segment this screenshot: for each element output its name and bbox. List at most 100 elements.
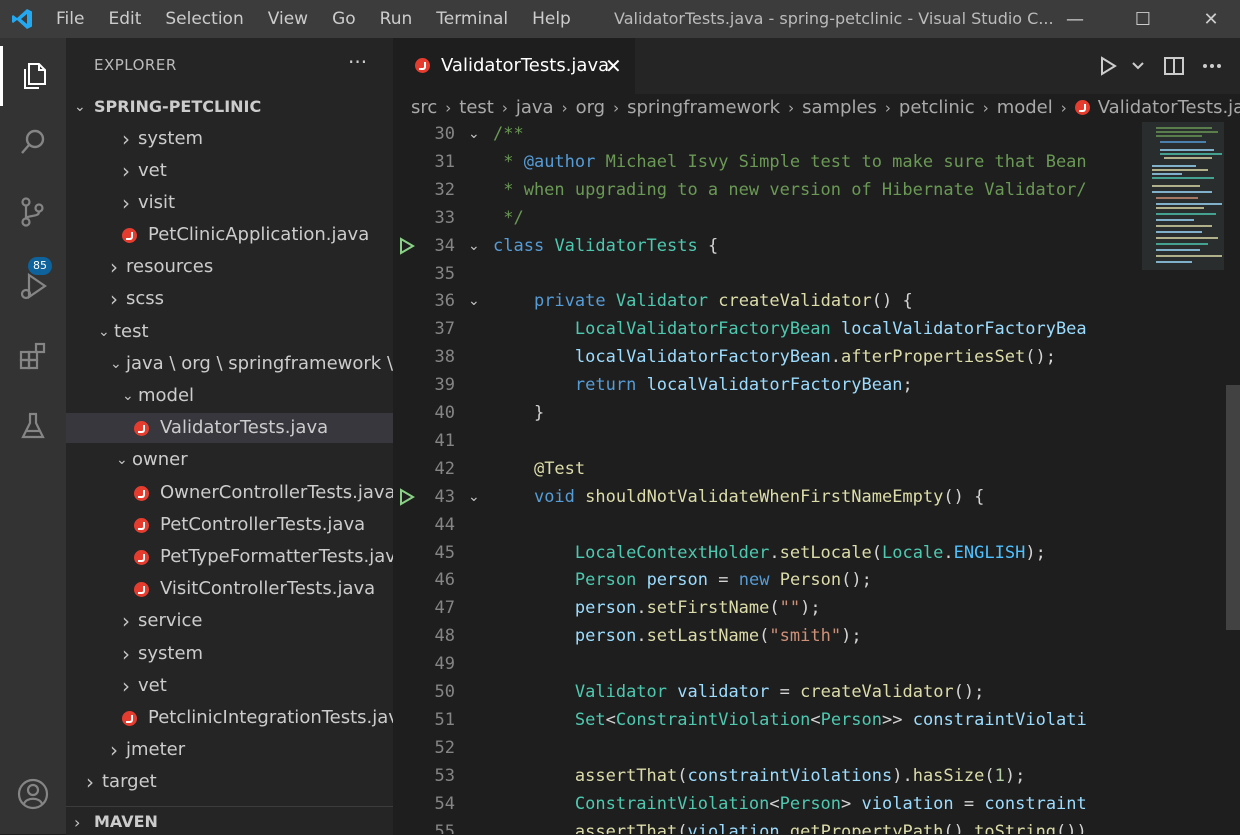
- source-control-icon[interactable]: [0, 182, 66, 242]
- menu-terminal[interactable]: Terminal: [424, 0, 520, 38]
- tab-close-button[interactable]: ✕: [605, 38, 622, 94]
- chevron-down-icon: ⌄: [74, 99, 86, 115]
- code-line[interactable]: 30 ⌄ /**: [393, 122, 1142, 148]
- tree-folder-item[interactable]: › vet: [66, 671, 393, 701]
- tree-folder-item[interactable]: › target: [66, 767, 393, 797]
- tree-file-item[interactable]: PetControllerTests.java: [66, 510, 393, 540]
- fold-chevron-icon[interactable]: ⌄: [468, 483, 480, 511]
- tree-file-item[interactable]: PetClinicApplication.java: [66, 220, 393, 250]
- tree-folder-item[interactable]: › system: [66, 124, 393, 154]
- fold-chevron-icon[interactable]: ⌄: [468, 232, 480, 260]
- split-editor-icon[interactable]: [1163, 38, 1185, 94]
- code-line[interactable]: 39 return localValidatorFactoryBean;: [393, 371, 1142, 399]
- code-line[interactable]: 41: [393, 427, 1142, 455]
- code-editor[interactable]: 30 ⌄ /** 31 * @author Michael Isvy Simple t…: [393, 122, 1142, 834]
- menu-file[interactable]: File: [44, 0, 96, 38]
- menu-selection[interactable]: Selection: [153, 0, 255, 38]
- menu-view[interactable]: View: [256, 0, 320, 38]
- line-number: 54: [434, 793, 455, 814]
- breadcrumb-item[interactable]: java: [516, 94, 554, 122]
- code-line[interactable]: 40 }: [393, 399, 1142, 427]
- code-line[interactable]: 50 Validator validator = createValidator…: [393, 678, 1142, 706]
- code-line[interactable]: 49: [393, 650, 1142, 678]
- tab-label: ValidatorTests.java: [441, 55, 610, 76]
- fold-chevron-icon[interactable]: ⌄: [468, 122, 480, 148]
- breadcrumb-item[interactable]: src: [411, 94, 437, 122]
- code-line[interactable]: 54 ConstraintViolation<Person> violation…: [393, 790, 1142, 818]
- code-line[interactable]: 33 */: [393, 204, 1142, 232]
- tree-folder-item[interactable]: › jmeter: [66, 735, 393, 765]
- tree-folder-item[interactable]: › resources: [66, 252, 393, 282]
- tree-folder-item[interactable]: ⌄ owner: [66, 445, 393, 475]
- tree-folder-item[interactable]: › system: [66, 639, 393, 669]
- more-actions-button[interactable]: ···: [348, 50, 367, 74]
- code-line[interactable]: 34 ⌄ class ValidatorTests {: [393, 232, 1142, 260]
- close-window-button[interactable]: ✕: [1188, 0, 1234, 38]
- tree-folder-item[interactable]: ⌄ java \ org \ springframework \ ...: [66, 349, 393, 379]
- code-line[interactable]: 43 ⌄ void shouldNotValidateWhenFirstNameE…: [393, 483, 1142, 511]
- code-line[interactable]: 55 assertThat(violation.getPropertyPath(…: [393, 818, 1142, 835]
- scrollbar-thumb[interactable]: [1226, 385, 1240, 630]
- tree-folder-item[interactable]: › scss: [66, 284, 393, 314]
- tree-file-item[interactable]: PetclinicIntegrationTests.java: [66, 703, 393, 733]
- tree-file-item[interactable]: ValidatorTests.java: [66, 413, 393, 443]
- chevron-right-icon: ›: [122, 159, 130, 183]
- menu-help[interactable]: Help: [520, 0, 583, 38]
- chevron-down-icon: ⌄: [98, 324, 110, 340]
- tree-folder-item[interactable]: › service: [66, 606, 393, 636]
- project-section-header[interactable]: ⌄ SPRING-PETCLINIC: [66, 92, 393, 122]
- extensions-icon[interactable]: [0, 326, 66, 386]
- code-line[interactable]: 45 LocaleContextHolder.setLocale(Locale.…: [393, 539, 1142, 567]
- tree-folder-item[interactable]: › vet: [66, 156, 393, 186]
- code-line[interactable]: 48 person.setLastName("smith");: [393, 622, 1142, 650]
- breadcrumb-item[interactable]: model: [997, 94, 1053, 122]
- chevron-down-icon: ⌄: [122, 388, 134, 404]
- code-line[interactable]: 44: [393, 511, 1142, 539]
- code-line[interactable]: 31 * @author Michael Isvy Simple test to…: [393, 148, 1142, 176]
- breadcrumb-item[interactable]: springframework: [627, 94, 780, 122]
- code-line[interactable]: 32 * when upgrading to a new version of …: [393, 176, 1142, 204]
- maximize-button[interactable]: ☐: [1120, 0, 1166, 38]
- minimize-button[interactable]: —: [1052, 0, 1098, 38]
- code-line[interactable]: 35: [393, 260, 1142, 288]
- tree-folder-item[interactable]: ⌄ test: [66, 317, 393, 347]
- breadcrumb-item[interactable]: test: [459, 94, 494, 122]
- tree-file-item[interactable]: OwnerControllerTests.java: [66, 478, 393, 508]
- breadcrumb-item[interactable]: samples: [802, 94, 877, 122]
- tree-item-label: resources: [126, 256, 214, 277]
- menu-edit[interactable]: Edit: [96, 0, 153, 38]
- run-dropdown-chevron-icon[interactable]: [1131, 38, 1145, 94]
- search-icon[interactable]: [0, 112, 66, 172]
- breadcrumb-item[interactable]: ValidatorTests.java: [1098, 94, 1240, 122]
- code-line[interactable]: 36 ⌄ private Validator createValidator() …: [393, 287, 1142, 315]
- fold-chevron-icon[interactable]: ⌄: [468, 287, 480, 315]
- code-line[interactable]: 46 Person person = new Person();: [393, 566, 1142, 594]
- breadcrumb-item[interactable]: org: [576, 94, 606, 122]
- code-line[interactable]: 51 Set<ConstraintViolation<Person>> cons…: [393, 706, 1142, 734]
- account-icon[interactable]: [0, 764, 66, 824]
- tree-folder-item[interactable]: › visit: [66, 188, 393, 218]
- menu-go[interactable]: Go: [320, 0, 368, 38]
- code-text: LocalValidatorFactoryBean localValidator…: [574, 319, 1087, 340]
- code-line[interactable]: 47 person.setFirstName("");: [393, 594, 1142, 622]
- run-file-button[interactable]: [1097, 38, 1119, 94]
- testing-icon[interactable]: [0, 396, 66, 456]
- tree-folder-item[interactable]: ⌄ model: [66, 381, 393, 411]
- code-text: @Test: [533, 458, 586, 479]
- code-line[interactable]: 37 LocalValidatorFactoryBean localValida…: [393, 315, 1142, 343]
- line-number: 53: [434, 765, 455, 786]
- menu-run[interactable]: Run: [368, 0, 425, 38]
- tree-file-item[interactable]: PetTypeFormatterTests.java: [66, 542, 393, 572]
- code-line[interactable]: 52: [393, 734, 1142, 762]
- tab-validatortests[interactable]: ValidatorTests.java ✕: [393, 38, 635, 94]
- line-number: 46: [434, 570, 455, 591]
- code-line[interactable]: 53 assertThat(constraintViolations).hasS…: [393, 762, 1142, 790]
- breadcrumb-item[interactable]: petclinic: [899, 94, 975, 122]
- code-line[interactable]: 38 localValidatorFactoryBean.afterProper…: [393, 343, 1142, 371]
- explorer-icon[interactable]: [0, 46, 66, 106]
- editor-more-actions-icon[interactable]: [1201, 38, 1223, 94]
- run-debug-icon[interactable]: [0, 256, 66, 316]
- maven-section-header[interactable]: › MAVEN: [66, 806, 393, 835]
- tree-file-item[interactable]: VisitControllerTests.java: [66, 574, 393, 604]
- code-line[interactable]: 42 @Test: [393, 455, 1142, 483]
